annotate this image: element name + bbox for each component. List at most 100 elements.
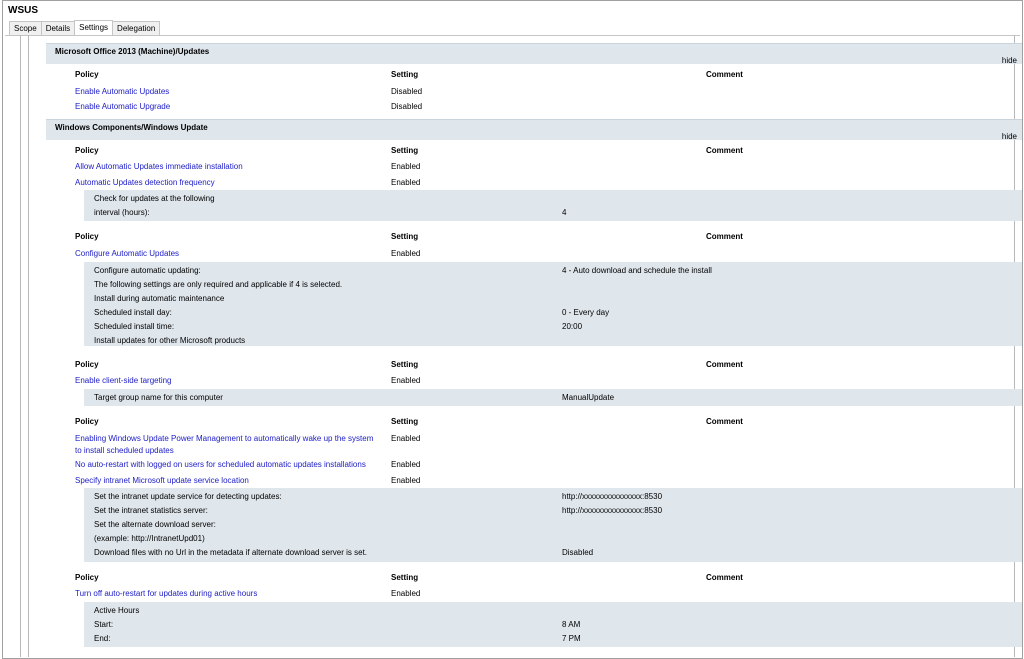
- column-policy: Policy: [75, 146, 99, 155]
- policy-setting: Enabled: [391, 460, 421, 469]
- policy-setting: Enabled: [391, 589, 421, 598]
- section-title: Microsoft Office 2013 (Machine)/Updates: [55, 47, 210, 56]
- policy-link[interactable]: Configure Automatic Updates: [75, 248, 375, 260]
- hide-link[interactable]: hide: [1002, 56, 1017, 65]
- policy-link[interactable]: Specify intranet Microsoft update servic…: [75, 475, 375, 487]
- table-header: Policy Setting Comment: [74, 231, 1014, 243]
- detail-label: Scheduled install day:: [94, 308, 172, 317]
- detail-label: Scheduled install time:: [94, 322, 175, 331]
- column-policy: Policy: [75, 70, 99, 79]
- tab-details[interactable]: Details: [40, 21, 76, 35]
- policy-setting: Enabled: [391, 434, 421, 443]
- table-row: Allow Automatic Updates immediate instal…: [74, 160, 1014, 172]
- table-row: No auto-restart with logged on users for…: [74, 458, 1014, 470]
- detail-value: 20:00: [562, 322, 583, 331]
- detail-label: End:: [94, 634, 111, 643]
- tab-settings[interactable]: Settings: [74, 20, 114, 35]
- policy-setting: Enabled: [391, 376, 421, 385]
- detail-label: Target group name for this computer: [94, 393, 223, 402]
- policy-setting: Enabled: [391, 178, 421, 187]
- detail-value: http://xxxxxxxxxxxxxxx:8530: [562, 492, 663, 501]
- section-title: Windows Components/Windows Update: [55, 123, 208, 132]
- detail-value: Disabled: [562, 548, 594, 557]
- detail-label: Install updates for other Microsoft prod…: [94, 336, 246, 345]
- detail-label: (example: http://IntranetUpd01): [94, 534, 205, 543]
- detail-label: The following settings are only required…: [94, 280, 343, 289]
- table-header: Policy Setting Comment: [74, 572, 1014, 584]
- table-row: Enable Automatic Updates Disabled: [74, 85, 1014, 97]
- column-comment: Comment: [706, 70, 743, 79]
- detail-label: interval (hours):: [94, 208, 150, 217]
- tab-delegation[interactable]: Delegation: [112, 21, 161, 35]
- column-comment: Comment: [706, 232, 743, 241]
- column-policy: Policy: [75, 360, 99, 369]
- table-row: Enable client-side targeting Enabled: [74, 374, 1014, 386]
- hide-link[interactable]: hide: [1002, 132, 1017, 141]
- column-setting: Setting: [391, 146, 419, 155]
- column-setting: Setting: [391, 232, 419, 241]
- detail-value: 7 PM: [562, 634, 581, 643]
- policy-setting: Enabled: [391, 162, 421, 171]
- table-row: Enabling Windows Update Power Management…: [74, 432, 1014, 458]
- section-office-2013-updates: Microsoft Office 2013 (Machine)/Updates …: [46, 43, 1022, 65]
- settings-report: Microsoft Office 2013 (Machine)/Updates …: [8, 35, 1022, 657]
- table-header: Policy Setting Comment: [74, 416, 1014, 428]
- detail-value: 8 AM: [562, 620, 581, 629]
- detail-label: Set the alternate download server:: [94, 520, 216, 529]
- policy-setting: Enabled: [391, 476, 421, 485]
- detail-value: ManualUpdate: [562, 393, 615, 402]
- policy-setting: Disabled: [391, 87, 423, 96]
- detail-value: 4: [562, 208, 567, 217]
- table-header: Policy Setting Comment: [74, 69, 1014, 81]
- tree-guide-line: [20, 35, 21, 657]
- policy-link[interactable]: Turn off auto-restart for updates during…: [75, 588, 375, 600]
- table-row: Enable Automatic Upgrade Disabled: [74, 100, 1014, 112]
- policy-link[interactable]: Allow Automatic Updates immediate instal…: [75, 161, 375, 173]
- tab-bar: Scope Details Settings Delegation: [9, 20, 161, 35]
- policy-link[interactable]: No auto-restart with logged on users for…: [75, 459, 395, 471]
- column-policy: Policy: [75, 417, 99, 426]
- policy-details: Check for updates at the following inter…: [84, 190, 1022, 221]
- detail-label: Configure automatic updating:: [94, 266, 201, 275]
- table-row: Automatic Updates detection frequency En…: [74, 176, 1014, 188]
- column-comment: Comment: [706, 417, 743, 426]
- detail-value: 4 - Auto download and schedule the insta…: [562, 266, 712, 275]
- policy-link[interactable]: Enabling Windows Update Power Management…: [75, 433, 375, 457]
- column-setting: Setting: [391, 70, 419, 79]
- detail-label: Download files with no Url in the metada…: [94, 548, 368, 557]
- column-setting: Setting: [391, 360, 419, 369]
- policy-setting: Enabled: [391, 249, 421, 258]
- policy-link[interactable]: Enable Automatic Upgrade: [75, 101, 375, 113]
- column-comment: Comment: [706, 573, 743, 582]
- column-setting: Setting: [391, 417, 419, 426]
- column-comment: Comment: [706, 146, 743, 155]
- policy-link[interactable]: Enable Automatic Updates: [75, 86, 375, 98]
- column-setting: Setting: [391, 573, 419, 582]
- column-comment: Comment: [706, 360, 743, 369]
- detail-value: 0 - Every day: [562, 308, 610, 317]
- policy-details: Set the intranet update service for dete…: [84, 488, 1022, 562]
- tab-scope[interactable]: Scope: [9, 21, 42, 35]
- table-header: Policy Setting Comment: [74, 145, 1014, 157]
- window-title: WSUS: [8, 5, 38, 16]
- detail-label: Check for updates at the following: [94, 194, 215, 203]
- detail-value: http://xxxxxxxxxxxxxxx:8530: [562, 506, 663, 515]
- column-policy: Policy: [75, 232, 99, 241]
- table-row: Configure Automatic Updates Enabled: [74, 247, 1014, 259]
- policy-details: Target group name for this computer Manu…: [84, 389, 1022, 406]
- table-row: Turn off auto-restart for updates during…: [74, 587, 1014, 599]
- policy-setting: Disabled: [391, 102, 423, 111]
- policy-details: Active Hours Start: 8 AM End: 7 PM: [84, 602, 1022, 647]
- detail-label: Install during automatic maintenance: [94, 294, 225, 303]
- detail-label: Active Hours: [94, 606, 140, 615]
- table-header: Policy Setting Comment: [74, 359, 1014, 371]
- policy-link[interactable]: Enable client-side targeting: [75, 375, 375, 387]
- policy-link[interactable]: Automatic Updates detection frequency: [75, 177, 375, 189]
- detail-label: Set the intranet statistics server:: [94, 506, 208, 515]
- policy-details: Configure automatic updating: 4 - Auto d…: [84, 262, 1022, 346]
- table-row: Specify intranet Microsoft update servic…: [74, 474, 1014, 486]
- section-windows-update: Windows Components/Windows Update hide: [46, 119, 1022, 141]
- detail-label: Set the intranet update service for dete…: [94, 492, 282, 501]
- column-policy: Policy: [75, 573, 99, 582]
- tree-guide-line: [28, 35, 29, 657]
